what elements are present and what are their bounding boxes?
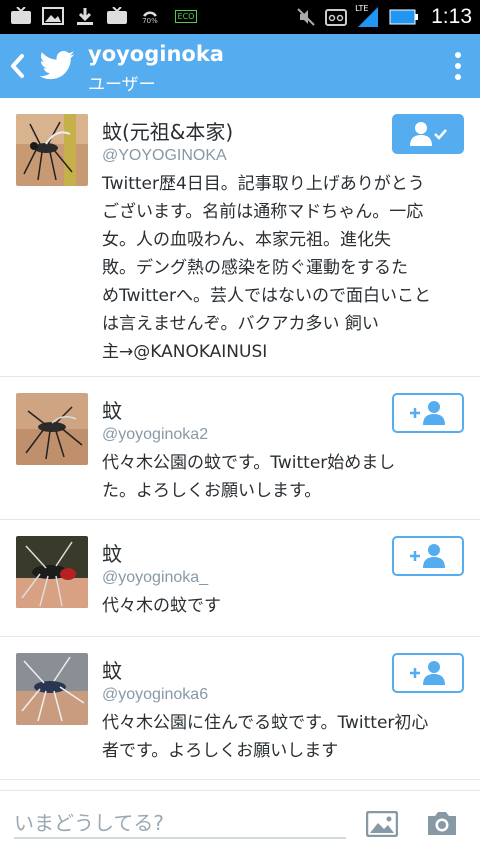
- user-bio: Twitter歴4日目。記事取り上げありがとう ございます。名前は通称マドちゃん…: [102, 170, 454, 366]
- list-item[interactable]: 蚊(元祖&本家) @YOYOGINOKA Twitter歴4日目。記事取り上げあ…: [0, 98, 480, 377]
- avatar[interactable]: [16, 653, 88, 725]
- add-user-icon: [410, 544, 445, 568]
- camera-icon[interactable]: [426, 809, 458, 837]
- tv-icon: [106, 7, 128, 25]
- page-title: yoyoginoka: [88, 42, 224, 66]
- compose-bar: [0, 790, 480, 853]
- bio-line: 者です。よろしくお願いします: [102, 741, 339, 761]
- overflow-menu-icon[interactable]: [454, 52, 462, 82]
- avatar[interactable]: [16, 114, 88, 186]
- user-bio: 代々木の蚊です: [102, 592, 454, 620]
- download-icon: [74, 7, 96, 25]
- add-user-icon: [410, 401, 445, 425]
- list-item[interactable]: 蚊 @yoyoginoka6 代々木公園に住んでる蚊です。Twitter初心 者…: [0, 637, 480, 780]
- user-handle[interactable]: @YOYOGINOKA: [102, 147, 227, 165]
- back-chevron-icon[interactable]: [8, 53, 26, 79]
- list-item[interactable]: 蚊 @yoyoginoka2 代々木公園の蚊です。Twitter始めまし た。よ…: [0, 377, 480, 520]
- bio-line: 代々木の蚊です: [102, 596, 221, 616]
- bio-line: 女。人の血吸わん、本家元祖。進化失: [102, 230, 391, 250]
- user-name[interactable]: 蚊: [102, 395, 122, 424]
- avatar[interactable]: [16, 393, 88, 465]
- mute-icon: [295, 8, 317, 26]
- user-name[interactable]: 蚊: [102, 655, 122, 684]
- bio-line: た。よろしくお願いします。: [102, 481, 322, 501]
- user-handle[interactable]: @yoyoginoka6: [102, 686, 208, 704]
- battery-saver-icon: 70%: [138, 7, 162, 25]
- bio-line: 代々木公園の蚊です。Twitter始めまし: [102, 453, 396, 473]
- user-handle[interactable]: @yoyoginoka2: [102, 426, 208, 444]
- eco-label: ECO: [174, 9, 198, 23]
- user-name[interactable]: 蚊: [102, 538, 122, 567]
- battery-percent: 70%: [142, 17, 158, 25]
- bio-line: ございます。名前は通称マドちゃん。一応: [102, 202, 424, 222]
- user-handle[interactable]: @yoyoginoka_: [102, 569, 208, 587]
- voicemail-icon: [325, 8, 348, 26]
- page-subtitle: ユーザー: [88, 75, 156, 95]
- battery-icon: [389, 8, 419, 26]
- eco-icon: ECO: [172, 7, 200, 25]
- clock: 1:13: [431, 5, 472, 28]
- follow-button[interactable]: [392, 536, 464, 576]
- user-name[interactable]: 蚊(元祖&本家): [102, 116, 233, 145]
- signal-icon: LTE: [355, 4, 381, 27]
- bio-line: Twitter歴4日目。記事取り上げありがとう: [102, 174, 425, 194]
- status-bar: 70% ECO LTE 1:13: [0, 0, 480, 34]
- bio-line: は言えませんぞ。バクアカ多い 飼い: [102, 314, 379, 334]
- image-icon: [42, 7, 64, 25]
- network-type: LTE: [355, 4, 369, 13]
- tv-icon: [10, 7, 32, 25]
- bio-line: 代々木公園に住んでる蚊です。Twitter初心: [102, 713, 429, 733]
- list-item[interactable]: 蚊 @yoyoginoka_ 代々木の蚊です: [0, 520, 480, 637]
- following-button[interactable]: [392, 114, 464, 154]
- avatar[interactable]: [16, 536, 88, 608]
- bio-line: めTwitterへ。芸人ではないので面白いこと: [102, 286, 431, 306]
- add-user-icon: [410, 661, 445, 685]
- user-check-icon: [410, 122, 447, 146]
- photo-icon[interactable]: [365, 810, 399, 838]
- user-bio: 代々木公園の蚊です。Twitter始めまし た。よろしくお願いします。: [102, 449, 454, 505]
- app-bar: yoyoginoka ユーザー: [0, 34, 480, 98]
- bio-line: 主→@KANOKAINUSI: [102, 342, 268, 362]
- tweet-compose-input[interactable]: [14, 809, 346, 839]
- user-bio: 代々木公園に住んでる蚊です。Twitter初心 者です。よろしくお願いします: [102, 709, 454, 765]
- twitter-bird-icon[interactable]: [38, 47, 76, 85]
- follow-button[interactable]: [392, 393, 464, 433]
- bio-line: 敗。デング熱の感染を防ぐ運動をするた: [102, 258, 408, 278]
- follow-button[interactable]: [392, 653, 464, 693]
